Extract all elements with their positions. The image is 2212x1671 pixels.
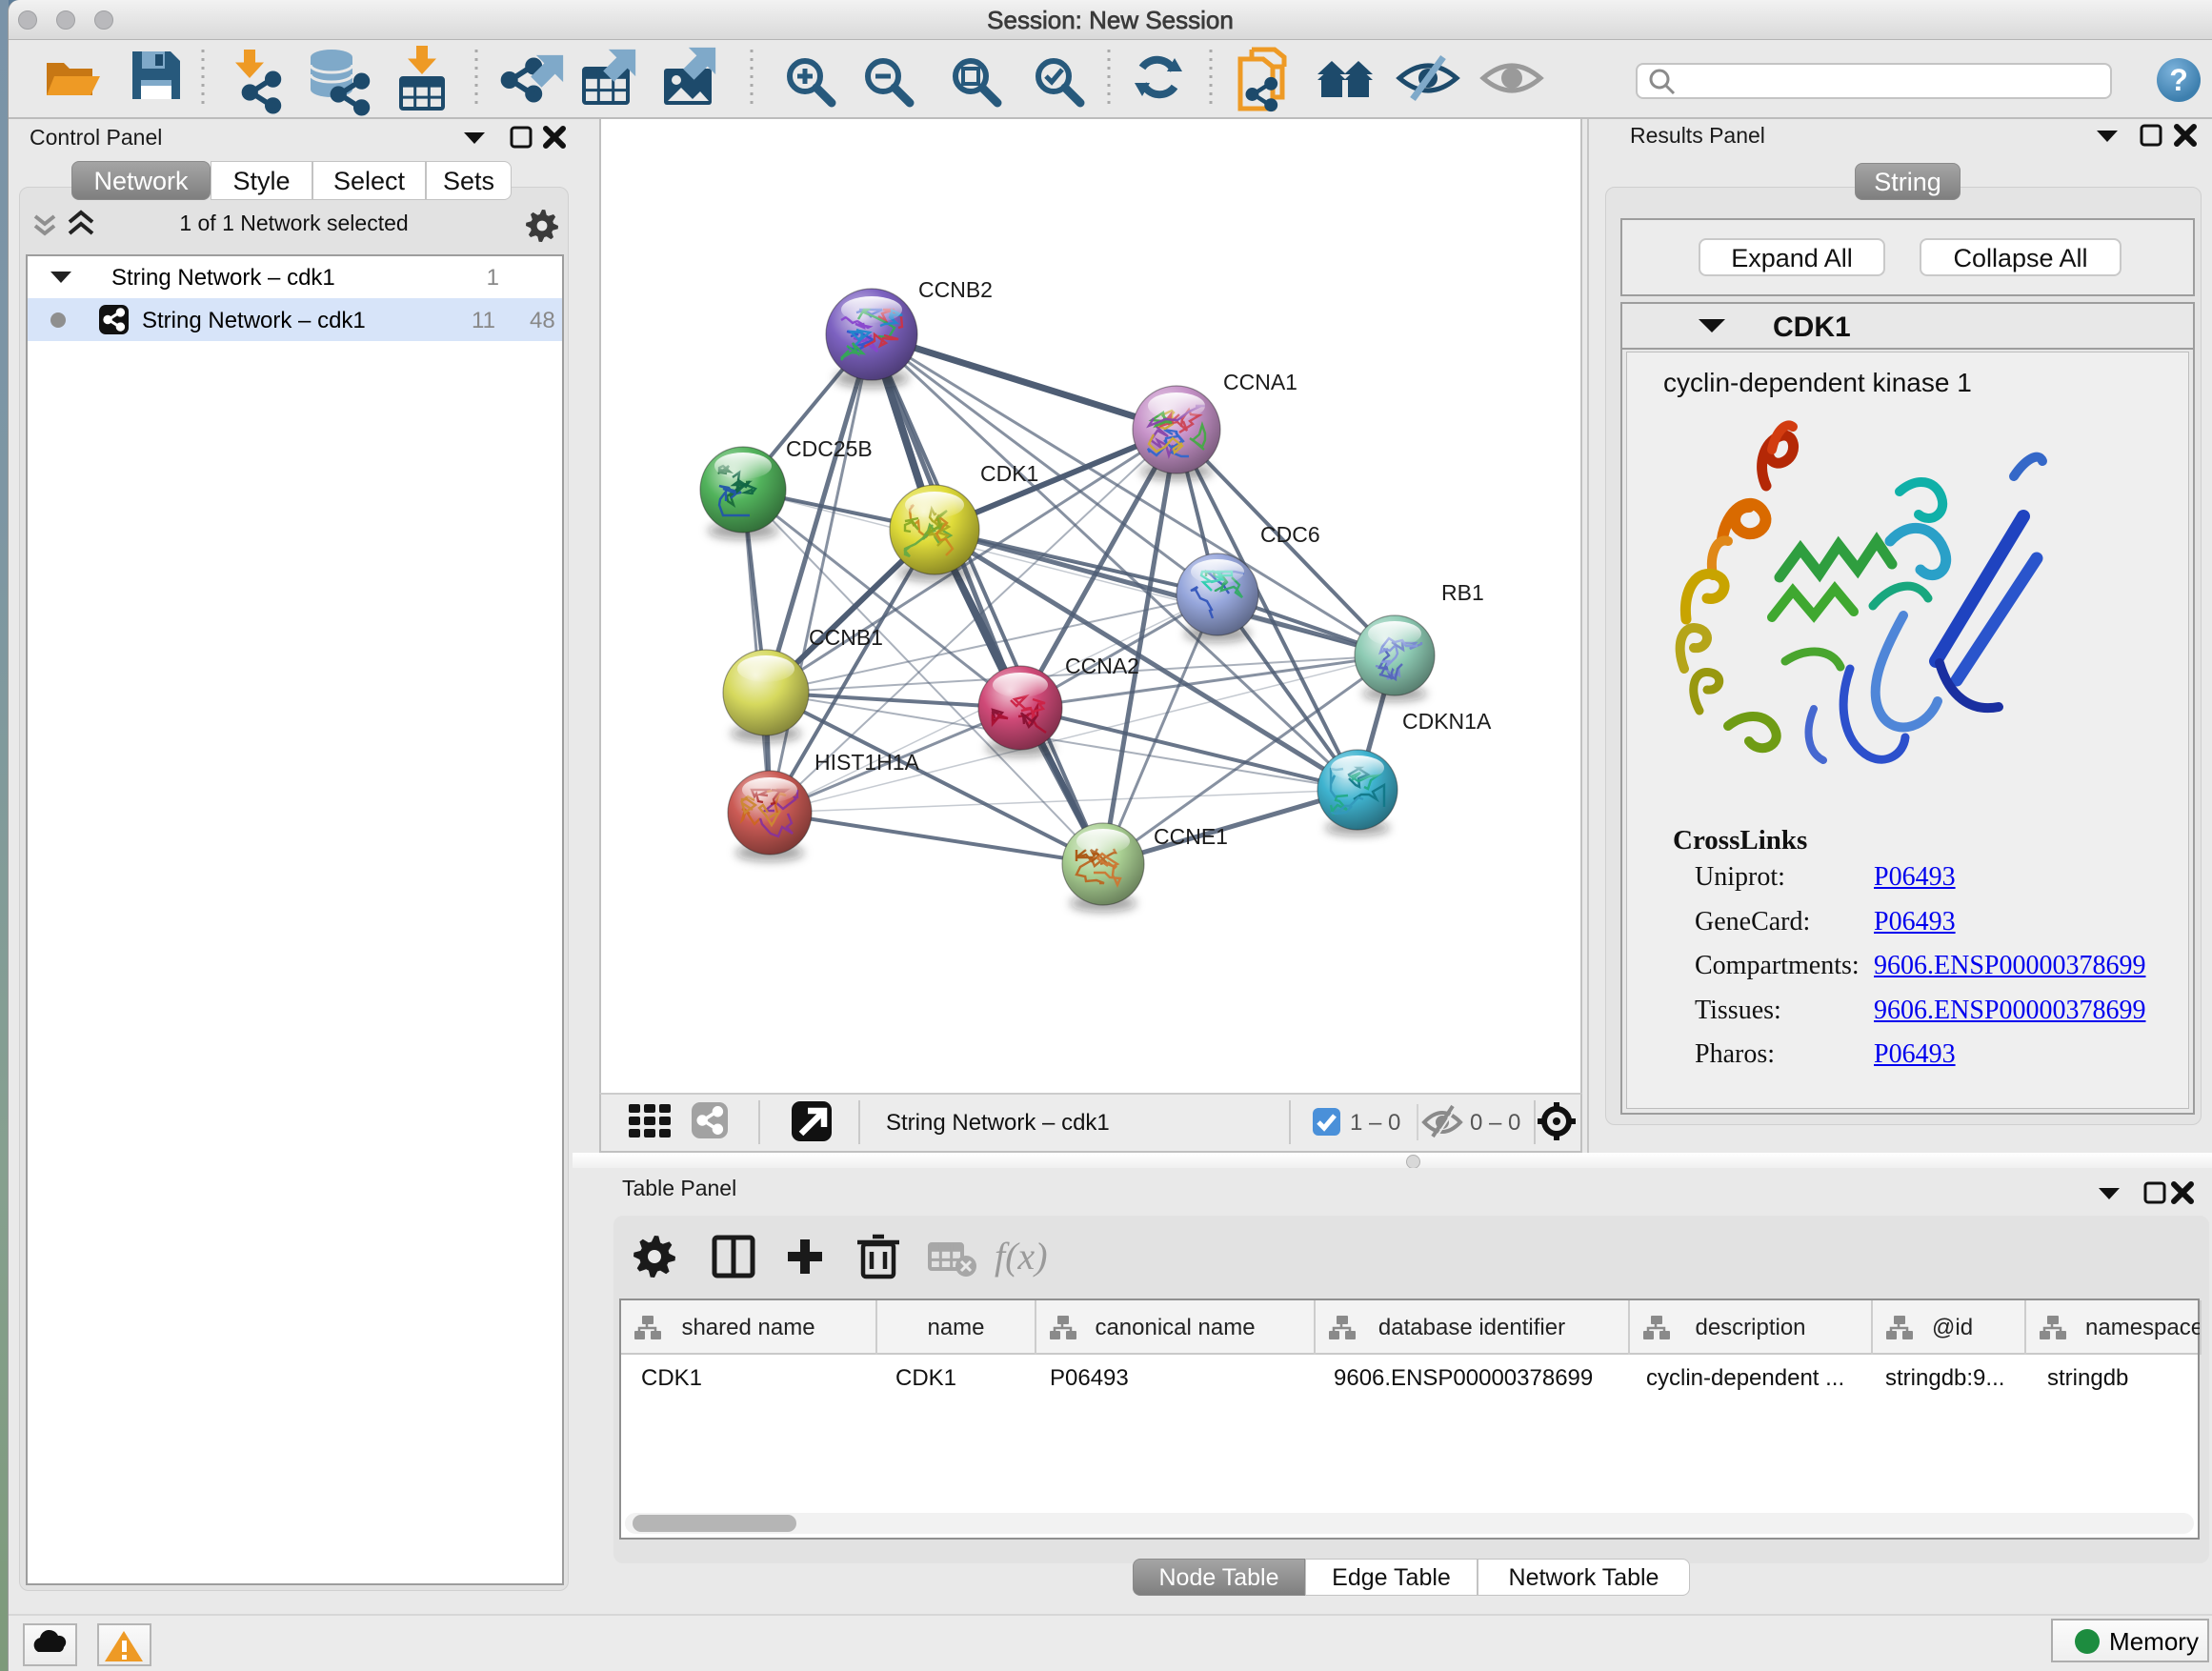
svg-text:CCNA1: CCNA1	[1223, 370, 1297, 394]
svg-text:f(x): f(x)	[995, 1235, 1048, 1278]
svg-text:String Network – cdk1: String Network – cdk1	[886, 1110, 1110, 1136]
svg-text:CDKN1A: CDKN1A	[1402, 709, 1492, 734]
svg-text:0 – 0: 0 – 0	[1470, 1110, 1520, 1136]
svg-text:1 – 0: 1 – 0	[1350, 1110, 1400, 1136]
svg-text:CCNB1: CCNB1	[809, 625, 883, 650]
svg-text:CDK1: CDK1	[1773, 312, 1851, 343]
svg-text:HIST1H1A: HIST1H1A	[814, 750, 920, 775]
svg-text:CDC6: CDC6	[1260, 522, 1320, 547]
svg-text:CCNA2: CCNA2	[1065, 654, 1139, 678]
svg-text:CDK1: CDK1	[980, 461, 1038, 486]
svg-text:RB1: RB1	[1441, 580, 1484, 605]
svg-text:CCNB2: CCNB2	[918, 277, 993, 302]
svg-text:CDC25B: CDC25B	[786, 436, 873, 461]
svg-text:CCNE1: CCNE1	[1154, 824, 1228, 849]
